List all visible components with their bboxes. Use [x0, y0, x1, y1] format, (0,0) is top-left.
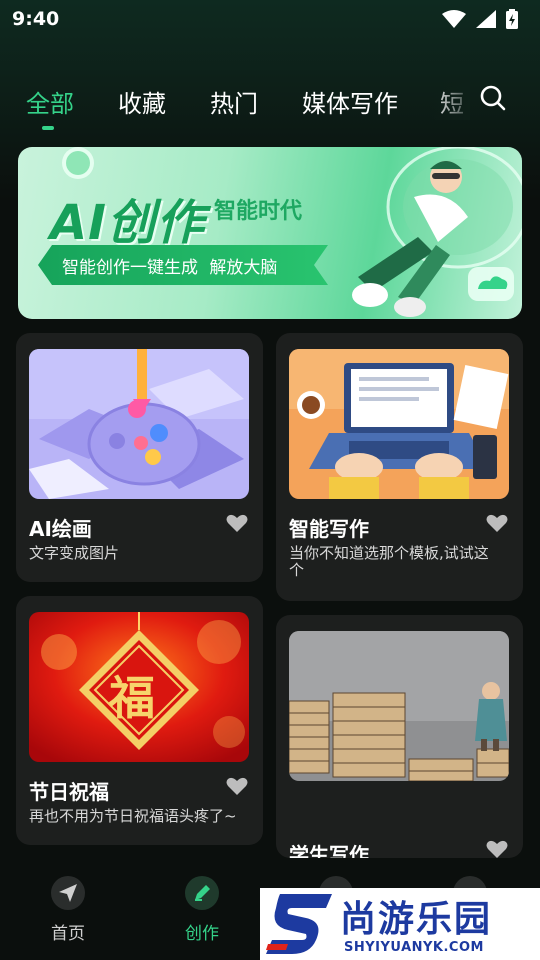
nav-create[interactable]: 创作	[162, 876, 242, 944]
student-writing-image	[289, 631, 509, 781]
promo-banner[interactable]: AI创作 智能时代 智能创作一键生成 解放大脑	[18, 147, 522, 319]
watermark-url: SHYIYUANYK.COM	[344, 940, 484, 955]
card-title: 节日祝福	[29, 780, 109, 804]
card-description: 再也不用为节日祝福语头疼了~	[29, 807, 237, 825]
card-title: AI绘画	[29, 517, 92, 541]
status-time: 9:40	[12, 8, 60, 30]
search-icon[interactable]	[478, 84, 508, 114]
favorite-heart-icon[interactable]	[226, 776, 248, 796]
watermark-logo	[266, 894, 332, 954]
card-description: 当你不知道选那个模板,试试这个	[289, 544, 489, 579]
banner-title: AI创作	[50, 195, 206, 251]
favorite-heart-icon[interactable]	[226, 513, 248, 533]
favorite-heart-icon[interactable]	[486, 513, 508, 533]
card-holiday-greetings[interactable]: 福 节日祝福 再也不用为节日祝福语头疼了~	[16, 596, 263, 845]
status-bar: 9:40	[0, 0, 540, 38]
wifi-icon	[442, 10, 466, 28]
tab-media-writing[interactable]: 媒体写作	[302, 84, 398, 119]
card-student-writing[interactable]: 学生写作	[276, 615, 523, 867]
ai-painting-image	[29, 349, 249, 499]
tab-all[interactable]: 全部	[26, 84, 74, 119]
holiday-greetings-image: 福	[29, 612, 249, 762]
tab-popular[interactable]: 热门	[210, 84, 258, 119]
battery-icon	[506, 9, 518, 29]
bubble-decoration	[62, 147, 94, 179]
watermark: 尚游乐园 SHYIYUANYK.COM	[260, 888, 540, 960]
signal-icon	[476, 10, 496, 28]
card-smart-writing[interactable]: 智能写作 当你不知道选那个模板,试试这个	[276, 333, 523, 601]
active-tab-indicator	[42, 126, 54, 130]
tab-favorites[interactable]: 收藏	[118, 84, 166, 119]
favorite-heart-icon[interactable]	[486, 839, 508, 859]
banner-tagline: 智能创作一键生成 解放大脑	[62, 258, 278, 278]
status-icons	[442, 9, 518, 29]
nav-home[interactable]: 首页	[28, 876, 108, 944]
card-title: 智能写作	[289, 517, 369, 541]
card-ai-painting[interactable]: AI绘画 文字变成图片	[16, 333, 263, 582]
watermark-text: 尚游乐园	[340, 899, 493, 940]
banner-subtitle: 智能时代	[214, 199, 303, 224]
paper-plane-icon	[51, 876, 85, 910]
pen-icon	[185, 876, 219, 910]
tabs-fade	[430, 80, 470, 120]
floating-character-illustration	[352, 147, 522, 317]
nav-home-label: 首页	[51, 924, 85, 944]
nav-create-label: 创作	[185, 924, 219, 944]
card-description: 文字变成图片	[29, 544, 120, 562]
smart-writing-image	[289, 349, 509, 499]
fu-character: 福	[109, 671, 155, 725]
